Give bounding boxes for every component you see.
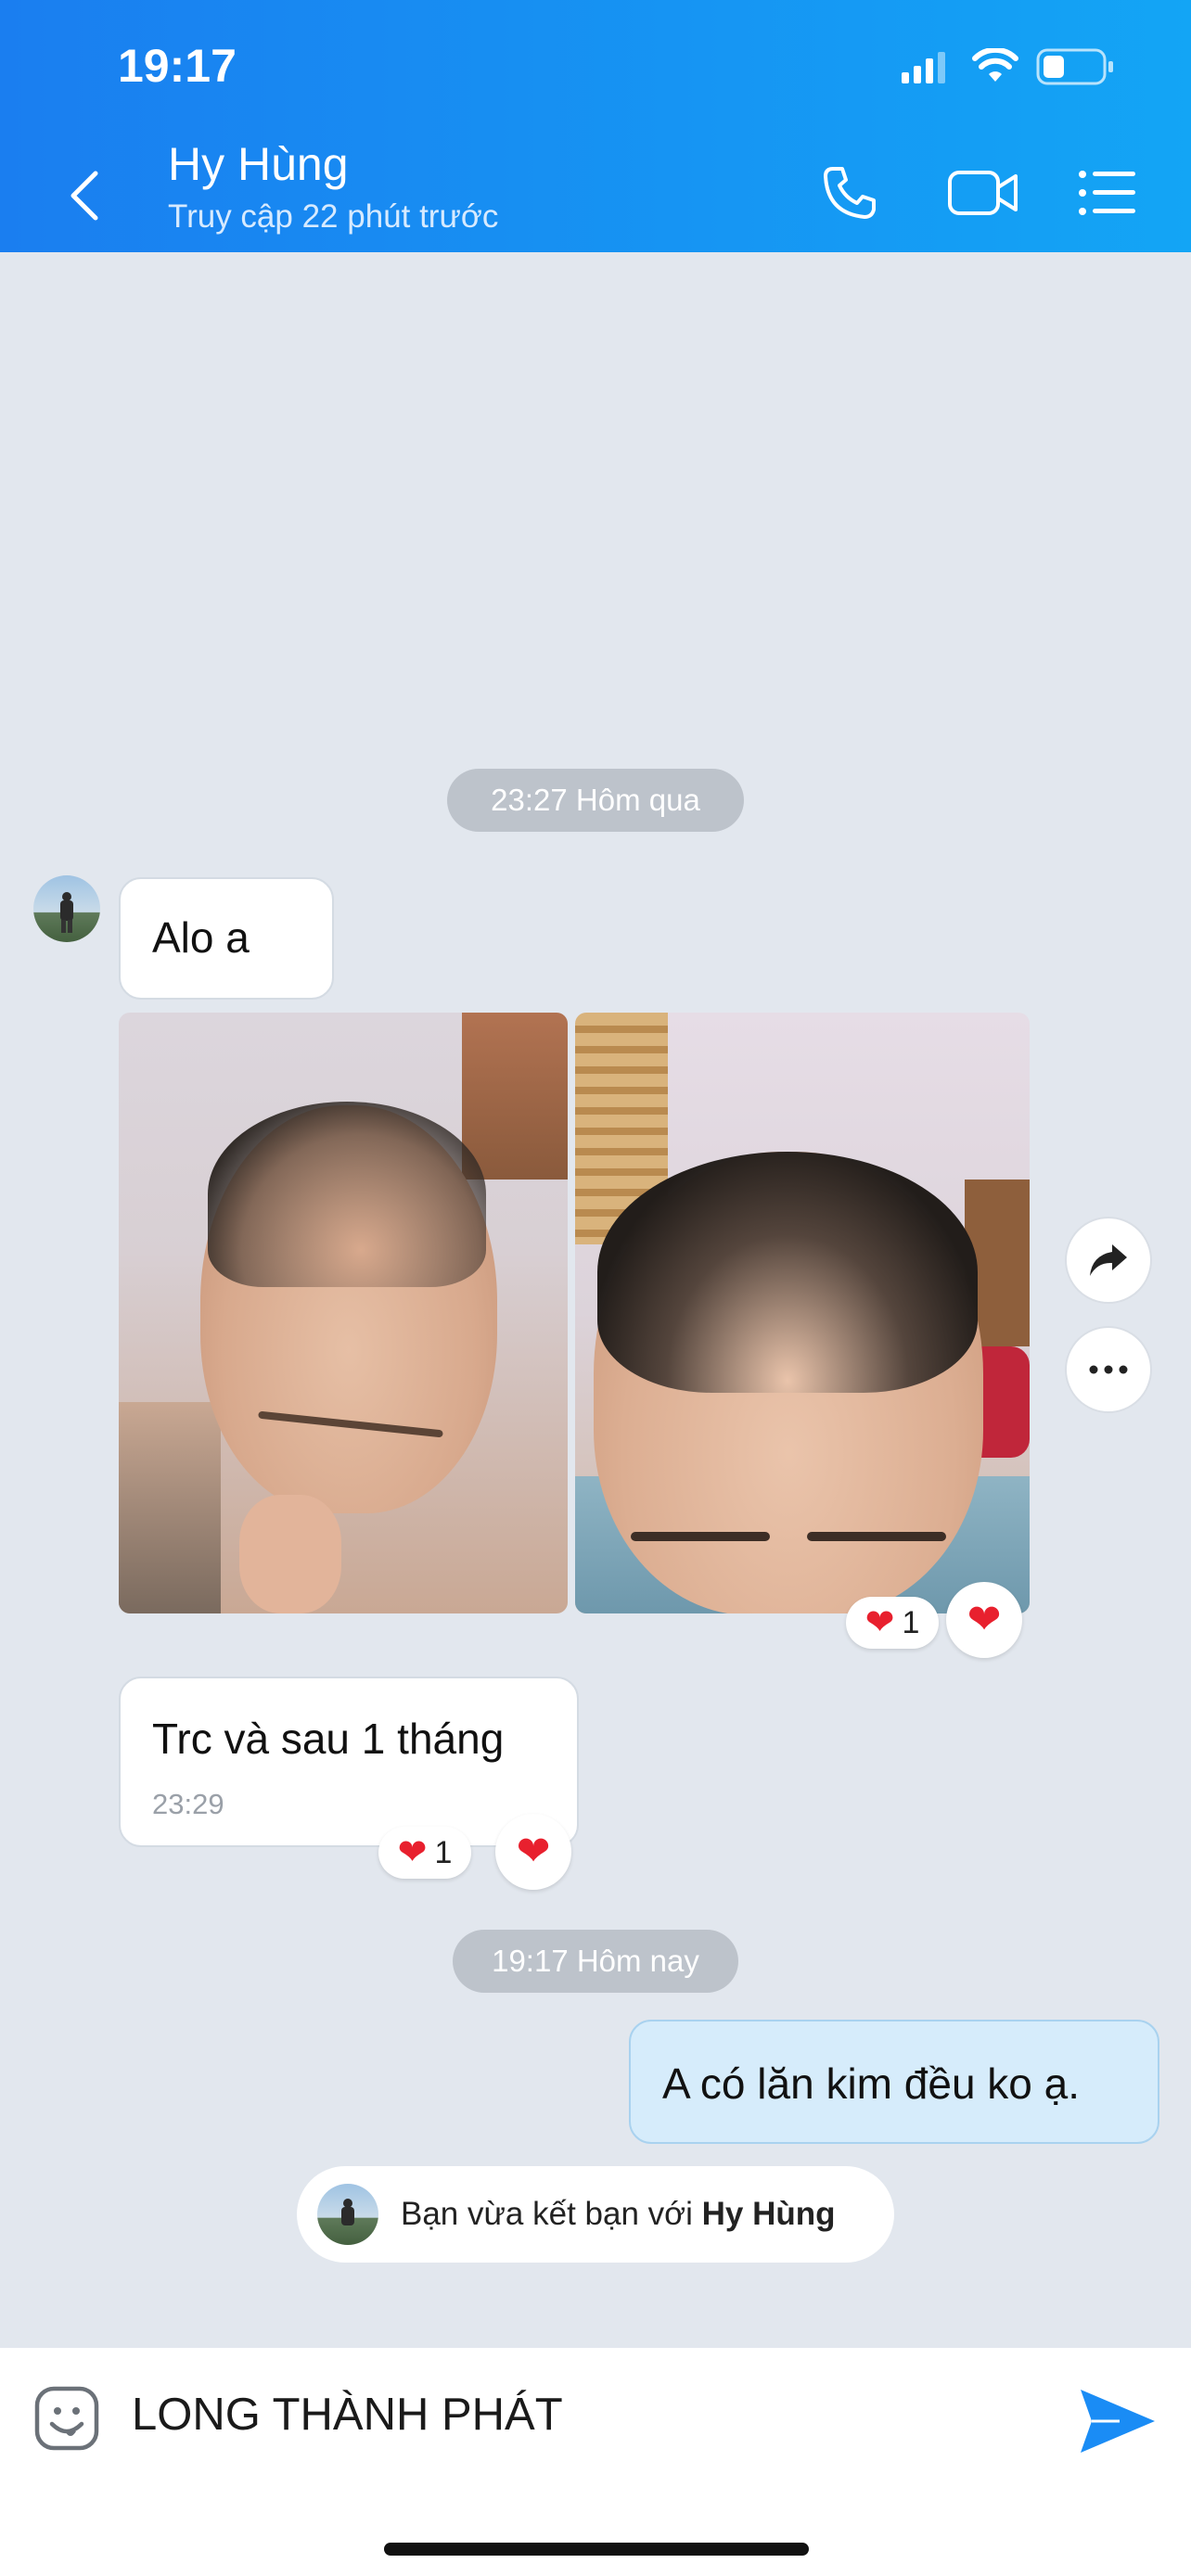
react-button[interactable]: ❤ bbox=[946, 1582, 1022, 1658]
date-separator: 23:27 Hôm qua bbox=[447, 769, 744, 832]
heart-icon: ❤ bbox=[397, 1833, 428, 1872]
sticker-icon bbox=[34, 2386, 99, 2451]
reaction-summary[interactable]: ❤ 1 bbox=[846, 1597, 939, 1649]
contact-name[interactable]: Hy Hùng bbox=[168, 137, 349, 191]
back-button[interactable] bbox=[56, 163, 111, 228]
wifi-icon bbox=[972, 48, 1018, 82]
send-button[interactable] bbox=[1072, 2379, 1161, 2463]
message-time: 23:29 bbox=[152, 1788, 224, 1820]
share-icon bbox=[1090, 1244, 1127, 1276]
phone-icon bbox=[824, 167, 876, 219]
react-button[interactable]: ❤ bbox=[495, 1814, 571, 1890]
message-bubble[interactable]: Alo a bbox=[119, 877, 334, 1000]
reaction-summary[interactable]: ❤ 1 bbox=[378, 1827, 471, 1879]
send-icon bbox=[1081, 2390, 1155, 2453]
reaction-count: 1 bbox=[902, 1604, 920, 1640]
signal-icon bbox=[902, 52, 945, 83]
call-button[interactable] bbox=[813, 158, 887, 228]
video-call-button[interactable] bbox=[939, 158, 1028, 228]
share-button[interactable] bbox=[1065, 1217, 1152, 1304]
heart-icon: ❤ bbox=[516, 1829, 551, 1874]
reaction-count: 1 bbox=[434, 1834, 453, 1870]
message-text: A có lăn kim đều ko ạ. bbox=[662, 2060, 1081, 2108]
friend-notice-name[interactable]: Hy Hùng bbox=[702, 2196, 836, 2232]
menu-icon bbox=[1079, 171, 1135, 215]
message-input[interactable]: LONG THÀNH PHÁT bbox=[132, 2389, 563, 2441]
heart-icon: ❤ bbox=[967, 1597, 1002, 1642]
more-icon bbox=[1089, 1365, 1128, 1374]
video-call-icon bbox=[948, 171, 1018, 215]
chat-header: 19:17 Hy Hùng Truy cập 22 phút trước bbox=[0, 0, 1191, 252]
photo-before[interactable] bbox=[119, 1013, 568, 1613]
avatar[interactable] bbox=[317, 2184, 378, 2245]
message-text: Alo a bbox=[152, 913, 250, 962]
message-text: Trc và sau 1 tháng bbox=[152, 1715, 505, 1763]
menu-button[interactable] bbox=[1070, 159, 1145, 226]
back-icon bbox=[70, 171, 98, 221]
heart-icon: ❤ bbox=[864, 1603, 895, 1642]
photo-after[interactable] bbox=[575, 1013, 1030, 1613]
contact-status: Truy cập 22 phút trước bbox=[168, 198, 499, 235]
home-indicator bbox=[384, 2543, 809, 2556]
friend-notice-text: Bạn vừa kết bạn với bbox=[401, 2196, 702, 2232]
sticker-button[interactable] bbox=[28, 2379, 106, 2457]
friend-notice: Bạn vừa kết bạn với Hy Hùng bbox=[297, 2166, 894, 2263]
composer-bar: LONG THÀNH PHÁT bbox=[0, 2348, 1191, 2576]
date-separator: 19:17 Hôm nay bbox=[453, 1930, 738, 1993]
message-bubble-outgoing[interactable]: A có lăn kim đều ko ạ. bbox=[629, 2020, 1159, 2144]
status-time: 19:17 bbox=[118, 40, 237, 92]
avatar[interactable] bbox=[33, 875, 100, 942]
more-button[interactable] bbox=[1065, 1326, 1152, 1413]
battery-icon bbox=[1036, 48, 1113, 85]
